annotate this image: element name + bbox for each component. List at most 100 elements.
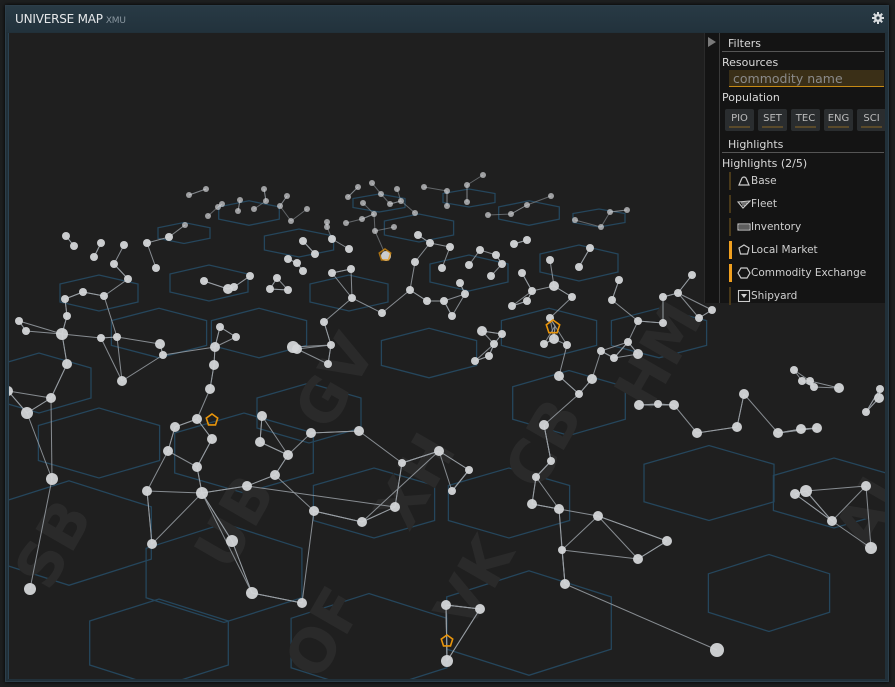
- star-system-node[interactable]: [209, 360, 219, 370]
- star-system-node[interactable]: [865, 542, 877, 554]
- star-system-node[interactable]: [251, 206, 257, 212]
- star-system-node[interactable]: [480, 172, 486, 178]
- star-system-node[interactable]: [669, 400, 679, 410]
- star-system-node[interactable]: [461, 290, 469, 298]
- star-system-node[interactable]: [426, 239, 434, 247]
- star-system-node[interactable]: [659, 319, 667, 327]
- star-system-node[interactable]: [448, 487, 456, 495]
- star-system-node[interactable]: [554, 504, 564, 514]
- star-system-node[interactable]: [283, 450, 293, 460]
- star-system-node[interactable]: [498, 260, 506, 268]
- star-system-node[interactable]: [196, 487, 208, 499]
- star-system-node[interactable]: [372, 228, 378, 234]
- star-system-node[interactable]: [659, 293, 667, 301]
- star-system-node[interactable]: [593, 511, 603, 521]
- star-system-node[interactable]: [394, 186, 400, 192]
- star-system-node[interactable]: [304, 206, 310, 212]
- star-system-node[interactable]: [292, 344, 302, 354]
- star-system-node[interactable]: [527, 499, 537, 509]
- star-system-node[interactable]: [610, 354, 618, 362]
- star-system-node[interactable]: [117, 376, 127, 386]
- star-system-node[interactable]: [518, 269, 526, 277]
- star-system-node[interactable]: [695, 314, 703, 322]
- star-system-node[interactable]: [710, 643, 724, 657]
- star-system-node[interactable]: [288, 218, 294, 224]
- star-system-node[interactable]: [498, 330, 506, 338]
- highlight-toggle-shipyard[interactable]: Shipyard: [722, 287, 885, 310]
- star-system-node[interactable]: [219, 201, 225, 207]
- star-system-node[interactable]: [485, 212, 491, 218]
- star-system-node[interactable]: [448, 312, 456, 320]
- star-system-node[interactable]: [311, 250, 319, 258]
- star-system-node[interactable]: [524, 202, 530, 208]
- star-system-node[interactable]: [24, 583, 36, 595]
- star-system-node[interactable]: [492, 251, 500, 259]
- star-system-node[interactable]: [510, 240, 518, 248]
- star-system-node[interactable]: [411, 258, 419, 266]
- star-system-node[interactable]: [124, 275, 132, 283]
- star-system-node[interactable]: [62, 359, 72, 369]
- star-system-node[interactable]: [369, 180, 375, 186]
- star-system-node[interactable]: [487, 272, 495, 280]
- highlight-toggle-fleet[interactable]: Fleet: [722, 195, 885, 218]
- star-system-node[interactable]: [421, 184, 427, 190]
- population-button-pio[interactable]: PIO: [725, 109, 754, 131]
- population-button-tec[interactable]: TEC: [791, 109, 820, 131]
- star-system-node[interactable]: [586, 244, 594, 252]
- star-system-node[interactable]: [200, 277, 208, 285]
- star-system-node[interactable]: [800, 485, 812, 497]
- star-system-node[interactable]: [142, 486, 152, 496]
- star-system-node[interactable]: [708, 306, 716, 314]
- star-system-node[interactable]: [56, 328, 68, 340]
- star-system-node[interactable]: [477, 326, 487, 336]
- star-system-node[interactable]: [263, 198, 269, 204]
- title-bar[interactable]: UNIVERSE MAP XMU: [6, 6, 888, 32]
- star-system-node[interactable]: [237, 197, 243, 203]
- star-system-node[interactable]: [558, 546, 566, 554]
- star-system-node[interactable]: [662, 536, 672, 546]
- star-system-node[interactable]: [861, 481, 871, 491]
- star-system-node[interactable]: [773, 428, 783, 438]
- star-system-node[interactable]: [414, 231, 422, 239]
- star-system-node[interactable]: [306, 428, 316, 438]
- star-system-node[interactable]: [357, 517, 367, 527]
- star-system-node[interactable]: [155, 339, 165, 349]
- star-system-node[interactable]: [100, 292, 108, 300]
- star-system-node[interactable]: [874, 393, 884, 403]
- star-system-node[interactable]: [97, 334, 105, 342]
- star-system-node[interactable]: [438, 264, 446, 272]
- star-system-node[interactable]: [110, 260, 118, 268]
- star-system-node[interactable]: [490, 340, 498, 348]
- star-system-node[interactable]: [398, 459, 406, 467]
- star-system-node[interactable]: [347, 265, 355, 273]
- star-system-node[interactable]: [63, 312, 71, 320]
- star-system-node[interactable]: [355, 184, 361, 190]
- star-system-node[interactable]: [597, 347, 605, 355]
- star-system-node[interactable]: [548, 193, 554, 199]
- star-system-node[interactable]: [798, 377, 806, 385]
- panel-collapse-strip[interactable]: [705, 33, 720, 303]
- star-system-node[interactable]: [572, 217, 578, 223]
- star-system-node[interactable]: [465, 466, 473, 474]
- star-system-node[interactable]: [485, 352, 493, 360]
- star-system-node[interactable]: [560, 579, 570, 589]
- star-system-node[interactable]: [471, 357, 479, 365]
- star-system-node[interactable]: [246, 272, 254, 280]
- star-system-node[interactable]: [476, 246, 484, 254]
- star-system-node[interactable]: [270, 470, 280, 480]
- star-system-node[interactable]: [444, 188, 450, 194]
- map-viewport[interactable]: SB UB OF VK HM GV XH CB AJ Filters Resources com…: [8, 33, 885, 679]
- star-system-node[interactable]: [284, 193, 290, 199]
- star-system-node[interactable]: [528, 287, 536, 295]
- star-system-node[interactable]: [423, 297, 431, 305]
- star-system-node[interactable]: [343, 220, 349, 226]
- star-system-node[interactable]: [654, 400, 662, 408]
- star-system-node[interactable]: [205, 384, 215, 394]
- commodity-name-input[interactable]: commodity name: [729, 70, 884, 87]
- star-system-node[interactable]: [440, 297, 448, 305]
- star-system-node[interactable]: [345, 245, 353, 253]
- star-system-node[interactable]: [113, 333, 121, 341]
- star-system-node[interactable]: [232, 333, 240, 341]
- star-system-node[interactable]: [575, 263, 583, 271]
- star-system-node[interactable]: [165, 233, 173, 241]
